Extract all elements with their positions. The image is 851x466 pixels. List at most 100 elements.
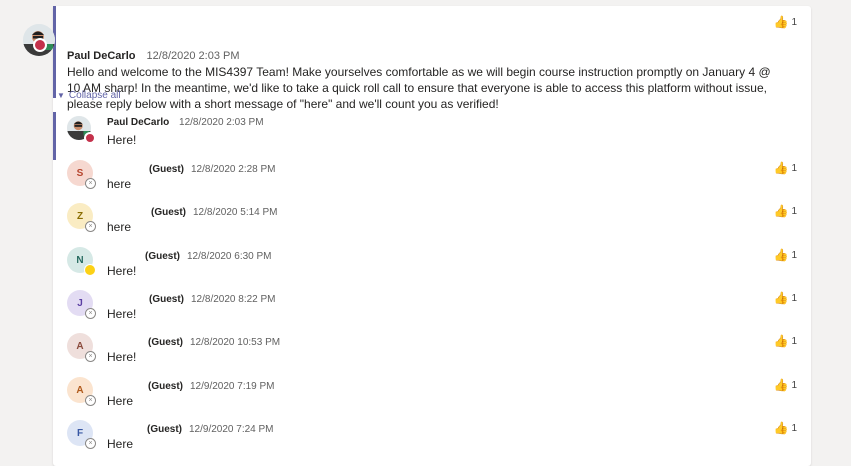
reply-header: (Guest) 12/8/2020 10:53 PM (107, 333, 281, 348)
thumbs-up-icon: 👍 (773, 15, 789, 29)
reply-header: (Guest) 12/8/2020 2:28 PM (107, 160, 276, 175)
unread-accent-bar (53, 6, 56, 98)
reply-item[interactable]: F × (Guest) 12/9/2020 7:24 PM Here 👍 1 (53, 418, 811, 460)
initial-avatar[interactable]: Z × (67, 203, 96, 232)
reply-item[interactable]: A × (Guest) 12/9/2020 7:19 PM Here 👍 1 (53, 375, 811, 417)
guest-label: (Guest) (145, 251, 180, 262)
reply-item[interactable]: N (Guest) 12/8/2020 6:30 PM Here! 👍 1 (53, 245, 811, 287)
reaction-count: 1 (791, 379, 797, 391)
reply-header: (Guest) 12/9/2020 7:24 PM (107, 420, 274, 435)
thumbs-up-icon: 👍 (773, 421, 789, 435)
post-author[interactable]: Paul DeCarlo (67, 50, 135, 62)
reply-body: Here (107, 394, 134, 408)
reply-item[interactable]: S × (Guest) 12/8/2020 2:28 PM here 👍 1 (53, 158, 811, 200)
reply-body: Here! (107, 264, 137, 278)
reaction-count: 1 (791, 422, 797, 434)
post-body: Hello and welcome to the MIS4397 Team! M… (67, 65, 771, 111)
reaction-count: 1 (791, 16, 797, 28)
initial-avatar[interactable]: A × (67, 377, 96, 406)
avatar-initial: F (76, 427, 84, 439)
do-not-disturb-status-icon (33, 38, 47, 52)
post-timestamp: 12/8/2020 2:03 PM (146, 50, 240, 62)
reply-timestamp: 12/8/2020 10:53 PM (190, 337, 281, 348)
reaction-count: 1 (791, 292, 797, 304)
avatar-initial: A (76, 384, 84, 396)
reply-item[interactable]: J × (Guest) 12/8/2020 8:22 PM Here! 👍 1 (53, 288, 811, 330)
reply-body: Here! (107, 133, 137, 147)
guest-label: (Guest) (148, 381, 183, 392)
away-status-icon (84, 264, 96, 276)
initial-avatar[interactable]: N (67, 247, 96, 276)
reply-header: Paul DeCarlo 12/8/2020 2:03 PM (107, 116, 264, 130)
initial-avatar[interactable]: F × (67, 420, 96, 449)
thumbs-up-icon: 👍 (773, 204, 789, 218)
redacted-name (107, 377, 148, 389)
reply-header: (Guest) 12/9/2020 7:19 PM (107, 377, 275, 392)
avatar-initial: A (76, 340, 84, 352)
reply-timestamp: 12/9/2020 7:24 PM (189, 424, 274, 435)
redacted-name (107, 247, 145, 259)
conversation-thread: Paul DeCarlo 12/8/2020 2:03 PM Hello and… (23, 6, 811, 466)
collapse-all-button[interactable]: ▼ Collapse all (57, 90, 121, 101)
guest-label: (Guest) (149, 294, 184, 305)
reply-body: here (107, 177, 132, 191)
reply-body: Here! (107, 307, 137, 321)
reply-timestamp: 12/8/2020 2:03 PM (179, 117, 264, 128)
offline-status-icon: × (85, 395, 96, 406)
offline-status-icon: × (85, 221, 96, 232)
like-reaction[interactable]: 👍 1 (773, 335, 797, 347)
thumbs-up-icon: 👍 (773, 334, 789, 348)
initial-avatar[interactable]: A × (67, 333, 96, 362)
thumbs-up-icon: 👍 (773, 248, 789, 262)
offline-status-icon: × (85, 178, 96, 189)
redacted-name (107, 203, 151, 215)
like-reaction[interactable]: 👍 1 (773, 16, 797, 28)
reply-author[interactable]: Paul DeCarlo (107, 117, 169, 128)
reply-timestamp: 12/9/2020 7:19 PM (190, 381, 275, 392)
like-reaction[interactable]: 👍 1 (773, 422, 797, 434)
reply-body: here (107, 220, 132, 234)
like-reaction[interactable]: 👍 1 (773, 162, 797, 174)
redacted-name (107, 290, 149, 302)
avatar-initial: N (76, 254, 84, 266)
thumbs-up-icon: 👍 (773, 291, 789, 305)
redacted-name (107, 333, 148, 345)
like-reaction[interactable]: 👍 1 (773, 205, 797, 217)
reaction-count: 1 (791, 205, 797, 217)
initial-avatar[interactable]: J × (67, 290, 96, 319)
avatar-initial: Z (76, 210, 84, 222)
guest-label: (Guest) (147, 424, 182, 435)
caret-down-icon: ▼ (57, 91, 65, 100)
thumbs-up-icon: 👍 (773, 378, 789, 392)
guest-label: (Guest) (151, 207, 186, 218)
redacted-name (107, 160, 149, 172)
like-reaction[interactable]: 👍 1 (773, 292, 797, 304)
reaction-count: 1 (791, 249, 797, 261)
guest-label: (Guest) (149, 164, 184, 175)
reply-timestamp: 12/8/2020 2:28 PM (191, 164, 276, 175)
reply-timestamp: 12/8/2020 5:14 PM (193, 207, 278, 218)
post-header: Paul DeCarlo 12/8/2020 2:03 PM (67, 48, 775, 64)
do-not-disturb-status-icon (84, 132, 96, 144)
offline-status-icon: × (85, 351, 96, 362)
reply-header: (Guest) 12/8/2020 5:14 PM (107, 203, 278, 218)
initial-avatar[interactable]: S × (67, 160, 96, 189)
reply-item[interactable]: A × (Guest) 12/8/2020 10:53 PM Here! 👍 1 (53, 331, 811, 373)
redacted-name (107, 420, 147, 432)
reaction-count: 1 (791, 335, 797, 347)
reaction-count: 1 (791, 162, 797, 174)
reply-item[interactable]: Paul DeCarlo 12/8/2020 2:03 PM Here! (53, 112, 811, 160)
reply-item[interactable]: Z × (Guest) 12/8/2020 5:14 PM here 👍 1 (53, 201, 811, 243)
collapse-all-label: Collapse all (68, 90, 121, 101)
reply-body: Here (107, 437, 134, 451)
reply-header: (Guest) 12/8/2020 8:22 PM (107, 290, 276, 305)
like-reaction[interactable]: 👍 1 (773, 379, 797, 391)
offline-status-icon: × (85, 438, 96, 449)
thumbs-up-icon: 👍 (773, 161, 789, 175)
reply-accent-bar (53, 112, 56, 160)
avatar-initial: J (77, 297, 83, 309)
main-post[interactable]: Paul DeCarlo 12/8/2020 2:03 PM Hello and… (23, 6, 811, 111)
like-reaction[interactable]: 👍 1 (773, 249, 797, 261)
offline-status-icon: × (85, 308, 96, 319)
reply-timestamp: 12/8/2020 8:22 PM (191, 294, 276, 305)
